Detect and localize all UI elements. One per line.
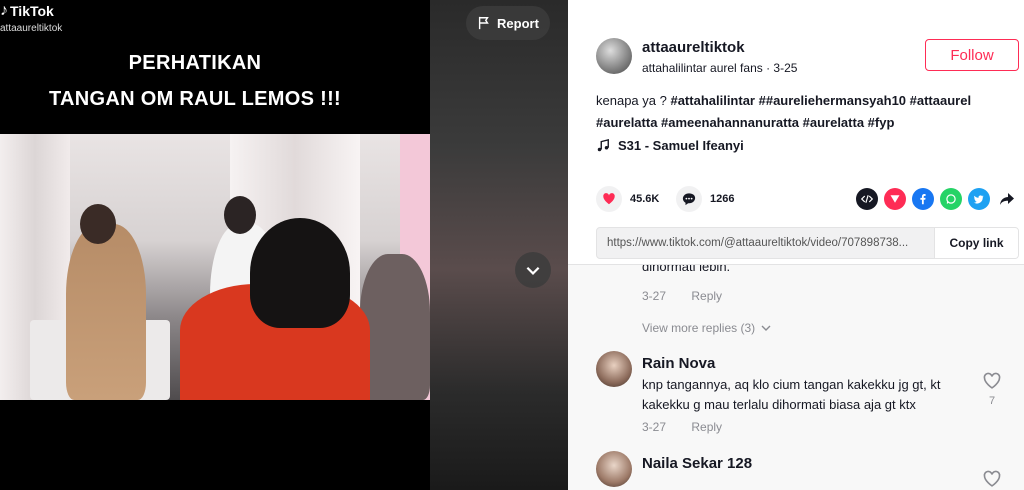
comment-like-count: 7: [988, 395, 996, 407]
view-more-label: View more replies (3): [642, 321, 756, 335]
author-subtitle: attahalilintar aurel fans · 3-25: [642, 61, 798, 75]
whatsapp-icon[interactable]: [940, 188, 962, 210]
video-info-panel: attaaureltiktok attahalilintar aurel fan…: [568, 0, 1024, 490]
comment-text-truncated: dihormati lebih.: [642, 264, 731, 274]
video-link-url[interactable]: https://www.tiktok.com/@attaaureltiktok/…: [607, 237, 933, 249]
hashtags-line-2[interactable]: #aurelatta #ameenahannanuratta #aurelatt…: [596, 115, 894, 130]
commenter-name[interactable]: Rain Nova: [642, 355, 715, 372]
video-description: kenapa ya ? #attahalilintar ##aurelieher…: [596, 90, 996, 134]
description-text: kenapa ya ?: [596, 93, 667, 108]
music-title: S31 - Samuel Ifeanyi: [618, 138, 744, 153]
report-label: Report: [497, 15, 539, 31]
copy-link-button[interactable]: Copy link: [934, 228, 1018, 258]
commenter-avatar[interactable]: [596, 451, 632, 487]
reply-button[interactable]: Reply: [691, 420, 722, 434]
author-avatar[interactable]: [596, 38, 632, 74]
flag-icon: [478, 16, 489, 30]
comment-date: 3-27: [642, 289, 667, 303]
commenter-name[interactable]: Naila Sekar 128: [642, 455, 752, 472]
like-button[interactable]: 45.6K: [596, 186, 659, 212]
video-link-box: https://www.tiktok.com/@attaaureltiktok/…: [596, 227, 1019, 259]
tiktok-logo-text: TikTok: [10, 3, 54, 19]
author-username[interactable]: attaaureltiktok: [642, 39, 745, 56]
comment-count: 1266: [710, 193, 735, 205]
next-video-button[interactable]: [515, 252, 551, 288]
chevron-down-icon: [761, 325, 771, 331]
report-button[interactable]: Report: [466, 6, 550, 40]
send-to-friends-icon[interactable]: [884, 188, 906, 210]
embed-icon[interactable]: [856, 188, 878, 210]
follow-button[interactable]: Follow: [925, 39, 1019, 71]
heart-icon: [596, 186, 622, 212]
heart-outline-icon[interactable]: [982, 469, 1002, 489]
music-link[interactable]: S31 - Samuel Ifeanyi: [596, 138, 744, 153]
comment-text: knp tangannya, aq klo cium tangan kakekk…: [642, 377, 941, 412]
comment-meta: 3-27 Reply: [642, 289, 722, 303]
comment-bubble-icon: [676, 186, 702, 212]
video-scene-image: [0, 134, 430, 400]
video-caption-line-2: TANGAN OM RAUL LEMOS !!!: [49, 88, 341, 110]
twitter-icon[interactable]: [968, 188, 990, 210]
comment-meta: 3-27 Reply: [642, 420, 722, 434]
facebook-icon[interactable]: [912, 188, 934, 210]
view-more-replies-button[interactable]: View more replies (3): [642, 321, 771, 335]
like-count: 45.6K: [630, 193, 660, 205]
hashtags-line-1[interactable]: #attahalilintar ##aureliehermansyah10 #a…: [670, 93, 971, 108]
comment-button[interactable]: 1266: [676, 186, 734, 212]
comment-date: 3-27: [642, 420, 667, 434]
tiktok-note-icon: ♪: [0, 2, 8, 19]
tiktok-logo: ♪ TikTok: [0, 2, 54, 20]
video-player[interactable]: PERHATIKAN TANGAN OM RAUL LEMOS !!! ♪ Ti…: [0, 0, 568, 490]
heart-outline-icon[interactable]: [982, 371, 1002, 391]
comments-list[interactable]: dihormati lebih. 3-27 Reply View more re…: [568, 264, 1024, 490]
music-note-icon: [597, 138, 609, 151]
video-caption-line-1: PERHATIKAN: [128, 52, 262, 74]
chevron-down-icon: [526, 266, 540, 275]
video-handle-watermark: attaaureltiktok: [0, 23, 63, 34]
reply-button[interactable]: Reply: [691, 289, 722, 303]
commenter-avatar[interactable]: [596, 351, 632, 387]
video-blur-background: [430, 0, 568, 490]
video-frame[interactable]: PERHATIKAN TANGAN OM RAUL LEMOS !!!: [0, 0, 430, 490]
share-arrow-icon[interactable]: [996, 188, 1018, 210]
